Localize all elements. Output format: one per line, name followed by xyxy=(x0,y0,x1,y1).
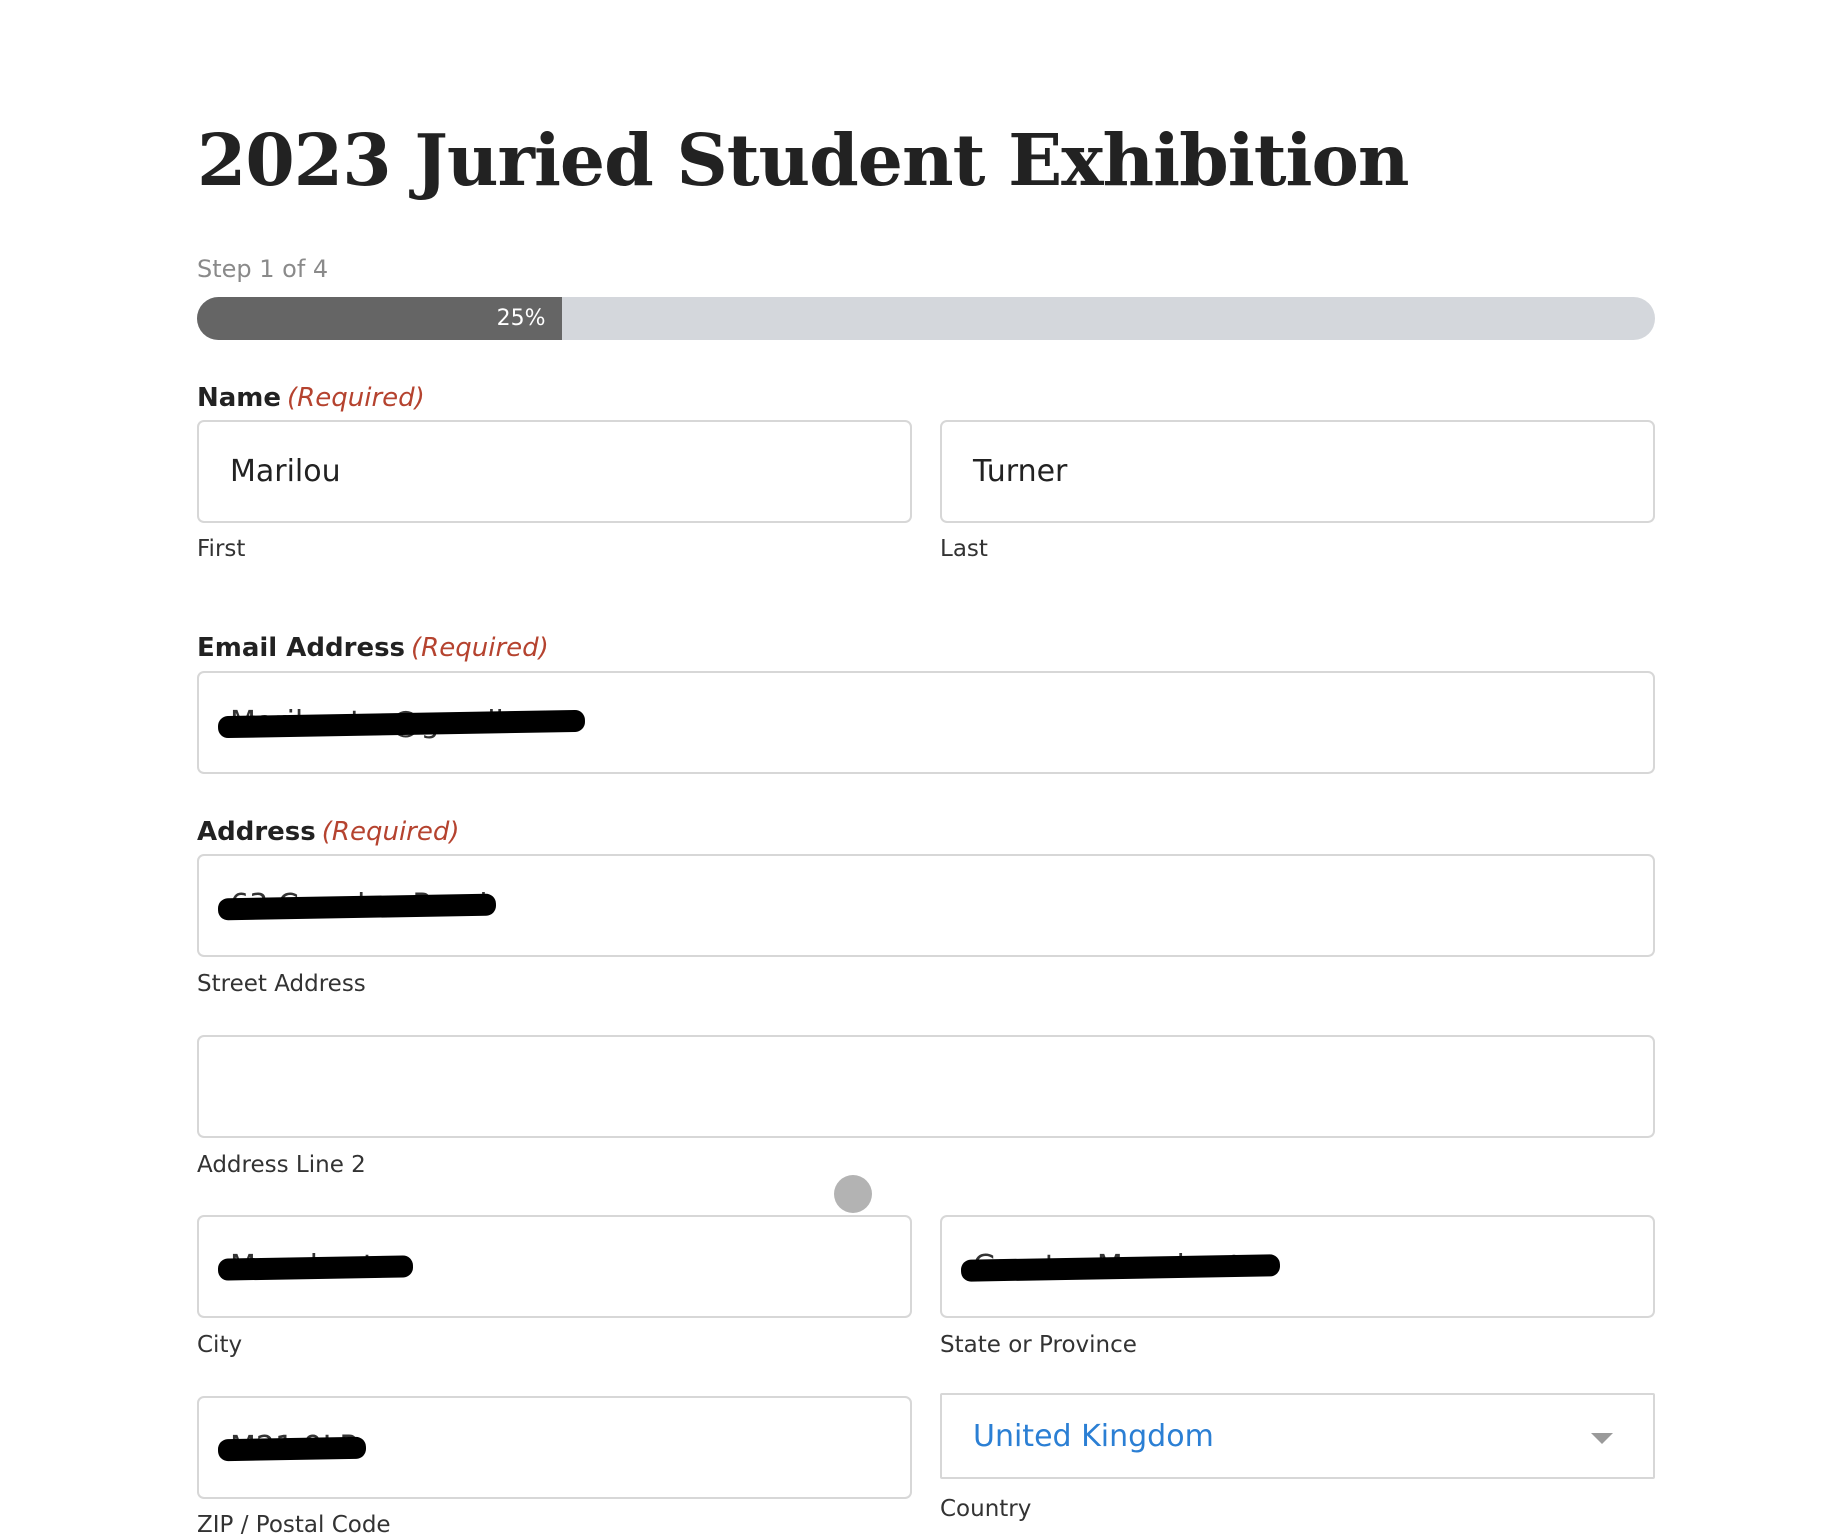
first-name-input[interactable]: Marilou xyxy=(197,420,912,523)
street-address-value-redacted: 63 Camden Road xyxy=(230,888,488,923)
city-sublabel: City xyxy=(197,1332,243,1358)
state-value-redacted: Greater Manchester xyxy=(973,1249,1273,1284)
step-indicator: Step 1 of 4 xyxy=(197,255,329,283)
address-label-text: Address xyxy=(197,817,316,847)
name-label-text: Name xyxy=(197,383,282,413)
progress-percent-label: 25% xyxy=(496,306,546,331)
required-marker: (Required) xyxy=(321,817,460,847)
touch-cursor-indicator xyxy=(834,1175,872,1213)
required-marker: (Required) xyxy=(411,633,549,663)
street-address-sublabel: Street Address xyxy=(197,971,366,997)
country-sublabel: Country xyxy=(940,1496,1032,1522)
email-field[interactable]: Marilou.t...@gmail.com xyxy=(197,671,1655,774)
last-name-value: Turner xyxy=(973,454,1068,489)
last-name-input[interactable]: Turner xyxy=(940,420,1655,523)
street-address-input[interactable]: 63 Camden Road xyxy=(197,854,1655,957)
email-value-redacted: Marilou.t...@gmail.com xyxy=(230,705,578,740)
progress-bar: 25% xyxy=(197,297,1655,340)
progress-bar-fill: 25% xyxy=(197,297,562,340)
first-name-sublabel: First xyxy=(197,536,246,562)
country-value: United Kingdom xyxy=(973,1418,1214,1454)
required-marker: (Required) xyxy=(287,383,425,413)
page-title: 2023 Juried Student Exhibition xyxy=(197,118,1409,202)
email-label: Email Address (Required) xyxy=(197,631,549,665)
city-value-redacted: Manchester xyxy=(230,1249,406,1284)
address-line2-input[interactable] xyxy=(197,1035,1655,1138)
state-input[interactable]: Greater Manchester xyxy=(940,1215,1655,1318)
zip-sublabel: ZIP / Postal Code xyxy=(197,1512,391,1535)
zip-value-redacted: M21 9LP xyxy=(230,1430,358,1465)
email-label-text: Email Address xyxy=(197,633,406,663)
address-label: Address (Required) xyxy=(197,815,460,849)
city-input[interactable]: Manchester xyxy=(197,1215,912,1318)
name-label: Name (Required) xyxy=(197,381,425,415)
state-sublabel: State or Province xyxy=(940,1332,1137,1358)
address-line2-sublabel: Address Line 2 xyxy=(197,1152,366,1178)
last-name-sublabel: Last xyxy=(940,536,988,562)
chevron-down-icon xyxy=(1591,1433,1613,1444)
first-name-value: Marilou xyxy=(230,454,341,489)
zip-input[interactable]: M21 9LP xyxy=(197,1396,912,1499)
country-select[interactable]: United Kingdom xyxy=(940,1393,1655,1479)
